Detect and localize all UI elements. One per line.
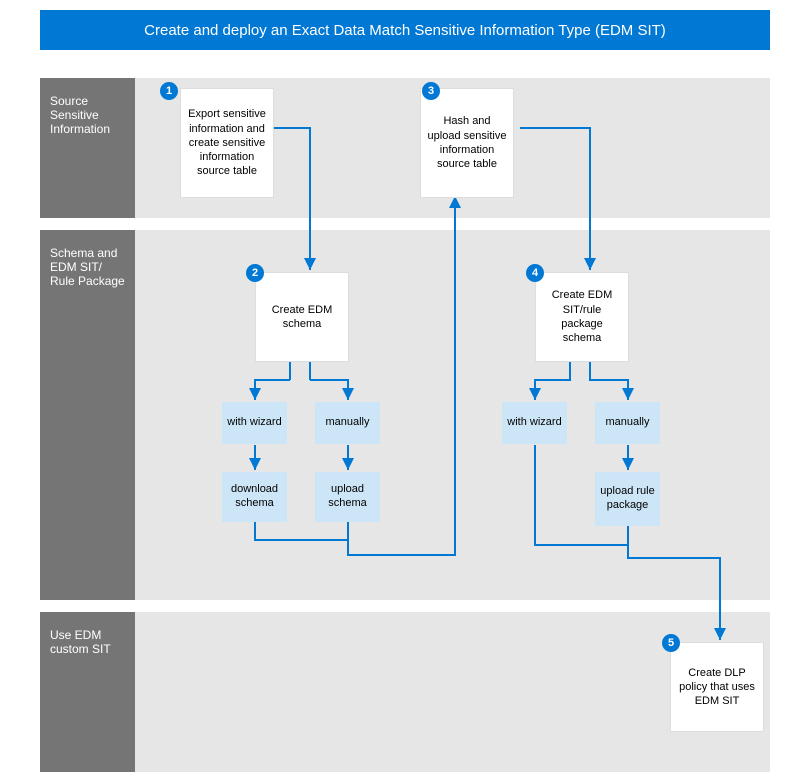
row-1-bg — [40, 78, 770, 218]
node-create-edm-schema: Create EDM schema — [255, 272, 349, 362]
node-export-sensitive-info: Export sensitive information and create … — [180, 88, 274, 198]
node-create-dlp-policy: Create DLP policy that uses EDM SIT — [670, 642, 764, 732]
diagram-canvas: Create and deploy an Exact Data Match Se… — [0, 0, 800, 782]
action-download-schema: download schema — [222, 472, 287, 522]
title-bar: Create and deploy an Exact Data Match Se… — [40, 10, 770, 50]
row-3-label: Use EDM custom SIT — [40, 612, 135, 772]
row-3-bg — [40, 612, 770, 772]
option-manual-left: manually — [315, 402, 380, 444]
row-1-label: Source Sensitive Information — [40, 78, 135, 218]
option-wizard-right: with wizard — [502, 402, 567, 444]
node-hash-upload: Hash and upload sensitive information so… — [420, 88, 514, 198]
row-2-bg — [40, 230, 770, 600]
node-create-edm-sit-rule: Create EDM SIT/rule package schema — [535, 272, 629, 362]
step-badge-5: 5 — [662, 634, 680, 652]
option-wizard-left: with wizard — [222, 402, 287, 444]
step-badge-2: 2 — [246, 264, 264, 282]
step-badge-4: 4 — [526, 264, 544, 282]
action-upload-rule-package: upload rule package — [595, 472, 660, 526]
title-text: Create and deploy an Exact Data Match Se… — [144, 22, 666, 39]
step-badge-3: 3 — [422, 82, 440, 100]
row-2-label: Schema and EDM SIT/ Rule Package — [40, 230, 135, 600]
step-badge-1: 1 — [160, 82, 178, 100]
action-upload-schema: upload schema — [315, 472, 380, 522]
option-manual-right: manually — [595, 402, 660, 444]
